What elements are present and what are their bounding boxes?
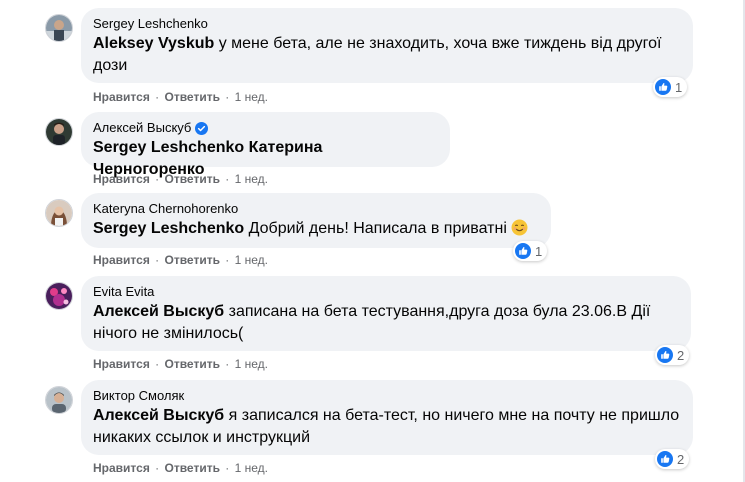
comment-bubble: Виктор Смоляк Алексей Выскуб я записался… <box>81 380 693 455</box>
reaction-count[interactable]: 2 <box>655 345 690 365</box>
thumbs-up-icon <box>657 347 673 363</box>
timestamp[interactable]: 1 нед. <box>235 461 268 475</box>
like-link[interactable]: Нравится <box>93 90 150 104</box>
comment-author[interactable]: Kateryna Chernohorenko <box>93 201 539 217</box>
comment-actions: Нравится · Ответить · 1 нед. <box>93 253 269 267</box>
avatar[interactable] <box>45 199 73 227</box>
reaction-number: 2 <box>677 451 685 467</box>
timestamp[interactable]: 1 нед. <box>235 357 268 371</box>
reply-link[interactable]: Ответить <box>165 461 220 475</box>
comment-text: Алексей Выскуб я записался на бета-тест,… <box>93 407 680 446</box>
avatar[interactable] <box>45 282 73 310</box>
like-link[interactable]: Нравится <box>93 461 150 475</box>
comment-text: Aleksey Vyskub у мене бета, але не знахо… <box>93 35 662 74</box>
reply-link[interactable]: Ответить <box>165 253 220 267</box>
comment-actions: Нравится · Ответить · 1 нед. <box>93 172 269 186</box>
comment-bubble: Evita Evita Алексей Выскуб записана на б… <box>81 276 691 351</box>
comment-bubble: Kateryna Chernohorenko Sergey Leshchenko… <box>81 193 551 248</box>
comment-author[interactable]: Виктор Смоляк <box>93 388 681 404</box>
comment-author[interactable]: Evita Evita <box>93 284 679 300</box>
reaction-count[interactable]: 1 <box>513 241 548 261</box>
reply-link[interactable]: Ответить <box>165 172 220 186</box>
smiling-emoji-icon <box>511 219 528 236</box>
thumbs-up-icon <box>515 243 531 259</box>
mention[interactable]: Aleksey Vyskub <box>93 35 214 52</box>
comment-bubble: Алексей Выскуб Sergey Leshchenko Катерин… <box>81 112 450 178</box>
avatar[interactable] <box>45 14 73 42</box>
reaction-number: 1 <box>535 243 543 259</box>
comment-text: Алексей Выскуб записана на бета тестуван… <box>93 303 651 342</box>
mention[interactable]: Алексей Выскуб <box>93 303 224 320</box>
like-link[interactable]: Нравится <box>93 172 150 186</box>
comment-author[interactable]: Алексей Выскуб <box>93 120 438 136</box>
mention[interactable]: Sergey Leshchenko <box>93 220 244 237</box>
mention[interactable]: Алексей Выскуб <box>93 407 224 424</box>
comment-text: Sergey Leshchenko Добрий день! Написала … <box>93 218 539 240</box>
like-link[interactable]: Нравится <box>93 253 150 267</box>
comment-actions: Нравится · Ответить · 1 нед. <box>93 357 269 371</box>
timestamp[interactable]: 1 нед. <box>235 253 268 267</box>
thumbs-up-icon <box>657 451 673 467</box>
reaction-number: 2 <box>677 347 685 363</box>
comment-bubble: Sergey Leshchenko Aleksey Vyskub у мене … <box>81 8 693 83</box>
reaction-count[interactable]: 2 <box>655 449 690 469</box>
timestamp[interactable]: 1 нед. <box>235 172 268 186</box>
like-link[interactable]: Нравится <box>93 357 150 371</box>
reply-link[interactable]: Ответить <box>165 357 220 371</box>
comment-author[interactable]: Sergey Leshchenko <box>93 16 681 32</box>
timestamp[interactable]: 1 нед. <box>235 90 268 104</box>
reaction-count[interactable]: 1 <box>653 77 688 97</box>
thumbs-up-icon <box>655 79 671 95</box>
comment-actions: Нравится · Ответить · 1 нед. <box>93 90 269 104</box>
reply-link[interactable]: Ответить <box>165 90 220 104</box>
reaction-number: 1 <box>675 79 683 95</box>
verified-badge-icon <box>195 121 209 135</box>
avatar[interactable] <box>45 386 73 414</box>
avatar[interactable] <box>45 118 73 146</box>
comment-actions: Нравится · Ответить · 1 нед. <box>93 461 269 475</box>
